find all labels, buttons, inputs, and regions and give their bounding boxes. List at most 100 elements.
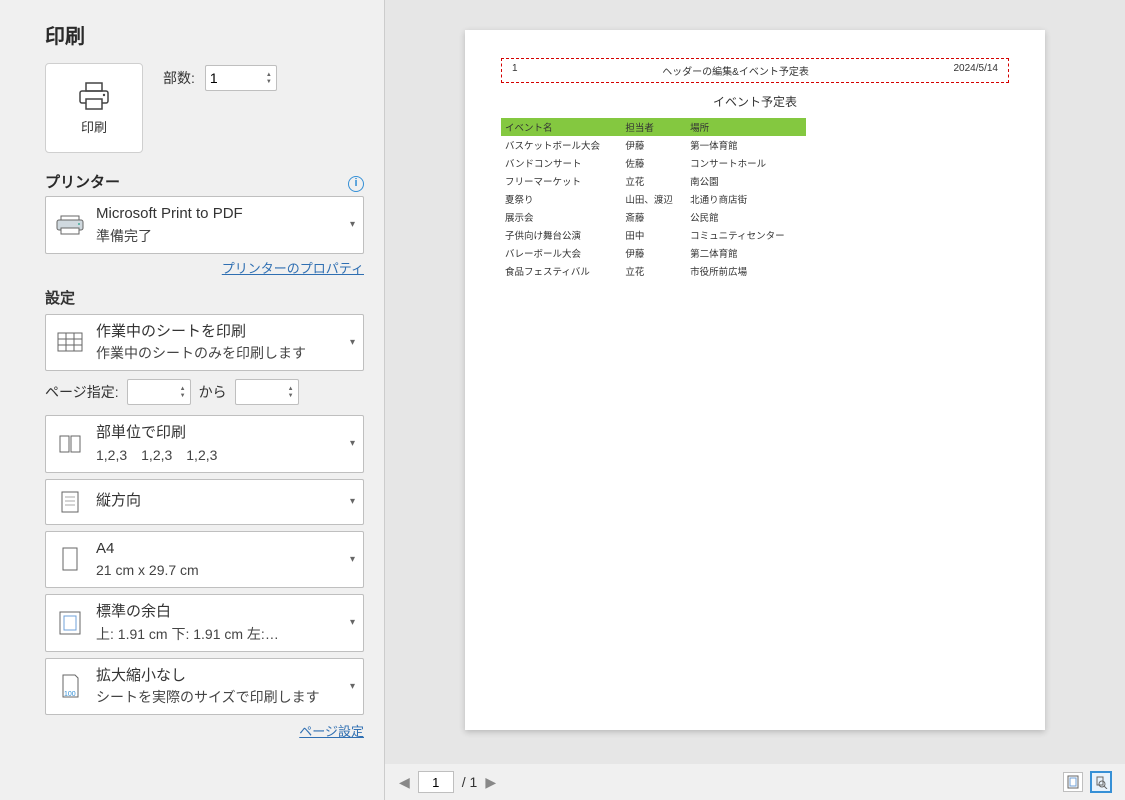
preview-page: 1 ヘッダーの編集&イベント予定表 2024/5/14 イベント予定表 イベント… — [465, 30, 1045, 730]
table-cell: バンドコンサート — [501, 154, 621, 172]
preview-panel: 1 ヘッダーの編集&イベント予定表 2024/5/14 イベント予定表 イベント… — [385, 0, 1125, 800]
table-cell: フリーマーケット — [501, 172, 621, 190]
chevron-down-icon: ▾ — [350, 219, 355, 230]
next-page-button[interactable]: ▶ — [485, 774, 496, 791]
header-left: 1 — [512, 63, 518, 78]
preview-table: イベント名担当者場所 バスケットボール大会伊藤第一体育館バンドコンサート佐藤コン… — [501, 118, 806, 280]
header-right: 2024/5/14 — [953, 63, 998, 78]
scaling-icon: 100 — [54, 673, 86, 699]
sheet-icon — [54, 332, 86, 352]
chevron-down-icon: ▾ — [350, 496, 355, 507]
margins-select[interactable]: 標準の余白 上: 1.91 cm 下: 1.91 cm 左:… ▾ — [45, 594, 364, 652]
page-from-input[interactable]: ▲▼ — [127, 379, 191, 405]
page-title: 印刷 — [45, 20, 364, 49]
table-cell: 第一体育館 — [686, 136, 806, 154]
current-page-input[interactable] — [418, 771, 454, 793]
table-row: バレーボール大会伊藤第二体育館 — [501, 244, 806, 262]
show-margins-toggle[interactable] — [1063, 772, 1083, 792]
table-cell: 市役所前広場 — [686, 262, 806, 280]
printer-device-icon — [54, 214, 86, 236]
page-from-field[interactable] — [132, 384, 180, 400]
table-cell: 山田、渡辺 — [621, 190, 686, 208]
page-navigation: ◀ / 1 ▶ — [385, 764, 1125, 800]
page-to-input[interactable]: ▲▼ — [235, 379, 299, 405]
table-cell: バスケットボール大会 — [501, 136, 621, 154]
collate-icon — [54, 433, 86, 455]
chevron-up-icon[interactable]: ▲ — [266, 72, 272, 78]
table-cell: 子供向け舞台公演 — [501, 226, 621, 244]
orientation-primary: 縦方向 — [96, 490, 340, 513]
table-cell: 田中 — [621, 226, 686, 244]
printer-icon — [76, 81, 112, 111]
prev-page-button[interactable]: ◀ — [399, 774, 410, 791]
table-cell: 斎藤 — [621, 208, 686, 226]
table-header: 担当者 — [621, 118, 686, 136]
paper-size-select[interactable]: A4 21 cm x 29.7 cm ▾ — [45, 531, 364, 589]
table-cell: 南公園 — [686, 172, 806, 190]
chevron-down-icon[interactable]: ▼ — [266, 79, 272, 85]
table-cell: 北通り商店街 — [686, 190, 806, 208]
margins-icon — [54, 610, 86, 636]
chevron-up-icon[interactable]: ▲ — [180, 386, 186, 392]
what-to-print-secondary: 作業中のシートのみを印刷します — [96, 343, 340, 364]
chevron-down-icon[interactable]: ▼ — [288, 393, 294, 399]
table-cell: 夏祭り — [501, 190, 621, 208]
chevron-down-icon[interactable]: ▼ — [180, 393, 186, 399]
info-icon[interactable]: i — [348, 176, 364, 192]
printer-section-label: プリンター — [45, 171, 120, 192]
chevron-down-icon: ▾ — [350, 554, 355, 565]
chevron-down-icon: ▾ — [350, 681, 355, 692]
table-header: イベント名 — [501, 118, 621, 136]
copies-label: 部数: — [163, 68, 195, 88]
scaling-primary: 拡大縮小なし — [96, 665, 340, 688]
page-to-label: から — [199, 382, 227, 402]
table-cell: 展示会 — [501, 208, 621, 226]
header-region: 1 ヘッダーの編集&イベント予定表 2024/5/14 — [501, 58, 1009, 83]
page-to-field[interactable] — [240, 384, 288, 400]
total-pages-label: / 1 — [462, 774, 478, 790]
table-row: フリーマーケット立花南公園 — [501, 172, 806, 190]
header-center: ヘッダーの編集&イベント予定表 — [662, 63, 809, 78]
table-cell: 立花 — [621, 172, 686, 190]
paper-secondary: 21 cm x 29.7 cm — [96, 560, 340, 581]
page-setup-link[interactable]: ページ設定 — [299, 724, 364, 739]
table-row: バスケットボール大会伊藤第一体育館 — [501, 136, 806, 154]
table-cell: コンサートホール — [686, 154, 806, 172]
table-cell: 立花 — [621, 262, 686, 280]
table-cell: コミュニティセンター — [686, 226, 806, 244]
scaling-select[interactable]: 100 拡大縮小なし シートを実際のサイズで印刷します ▾ — [45, 658, 364, 716]
table-cell: 第二体育館 — [686, 244, 806, 262]
chevron-up-icon[interactable]: ▲ — [288, 386, 294, 392]
copies-spinner[interactable]: ▲ ▼ — [266, 72, 272, 85]
copies-input-field[interactable] — [210, 70, 266, 86]
margins-primary: 標準の余白 — [96, 601, 340, 624]
what-to-print-primary: 作業中のシートを印刷 — [96, 321, 340, 344]
what-to-print-select[interactable]: 作業中のシートを印刷 作業中のシートのみを印刷します ▾ — [45, 314, 364, 372]
table-cell: 伊藤 — [621, 244, 686, 262]
svg-text:100: 100 — [64, 691, 76, 698]
table-cell: バレーボール大会 — [501, 244, 621, 262]
copies-input[interactable]: ▲ ▼ — [205, 65, 277, 91]
paper-primary: A4 — [96, 538, 340, 561]
chevron-down-icon: ▾ — [350, 337, 355, 348]
settings-section-label: 設定 — [45, 287, 364, 308]
table-row: 展示会斎藤公民館 — [501, 208, 806, 226]
orientation-select[interactable]: 縦方向 ▾ — [45, 479, 364, 525]
table-cell: 伊藤 — [621, 136, 686, 154]
table-row: 子供向け舞台公演田中コミュニティセンター — [501, 226, 806, 244]
scaling-secondary: シートを実際のサイズで印刷します — [96, 687, 340, 708]
document-title: イベント予定表 — [501, 93, 1009, 110]
table-cell: 佐藤 — [621, 154, 686, 172]
paper-icon — [54, 546, 86, 572]
collate-select[interactable]: 部単位で印刷 1,2,3 1,2,3 1,2,3 ▾ — [45, 415, 364, 473]
print-button[interactable]: 印刷 — [45, 63, 143, 153]
printer-properties-link[interactable]: プリンターのプロパティ — [222, 261, 364, 276]
margins-secondary: 上: 1.91 cm 下: 1.91 cm 左:… — [96, 624, 340, 645]
printer-name: Microsoft Print to PDF — [96, 203, 340, 226]
table-cell: 公民館 — [686, 208, 806, 226]
collate-secondary: 1,2,3 1,2,3 1,2,3 — [96, 445, 340, 466]
zoom-to-page-toggle[interactable] — [1091, 772, 1111, 792]
print-button-label: 印刷 — [81, 117, 107, 136]
printer-status: 準備完了 — [96, 226, 340, 247]
printer-select[interactable]: Microsoft Print to PDF 準備完了 ▾ — [45, 196, 364, 254]
